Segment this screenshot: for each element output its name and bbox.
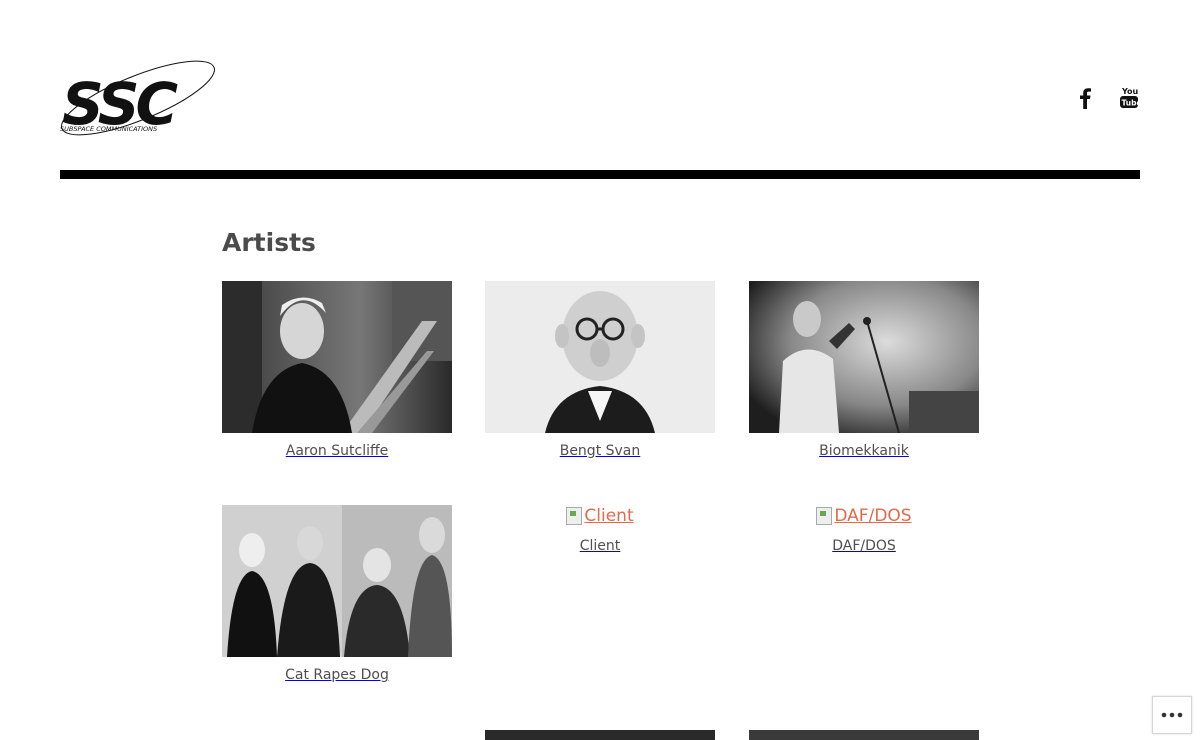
artist-card[interactable]: DAF/DOS DAF/DOS (749, 505, 979, 554)
more-options-button[interactable] (1152, 696, 1192, 734)
page-title: Artists (222, 228, 316, 257)
artist-name: Client (579, 538, 621, 554)
artist-card[interactable]: Bengt Svan (485, 281, 715, 459)
youtube-link[interactable]: You Tube (1118, 86, 1140, 110)
social-links: You Tube (1074, 86, 1140, 110)
artist-card[interactable]: Cat Rapes Dog (222, 505, 452, 683)
artist-photo-partial (749, 730, 979, 740)
artist-name: Aaron Sutcliffe (285, 443, 389, 459)
image-alt-text: DAF/DOS (834, 506, 912, 526)
broken-image: Client (566, 505, 634, 527)
facebook-link[interactable] (1074, 86, 1096, 110)
artist-photo (222, 281, 452, 433)
site-header: SSC SUBSPACE COMMUNICATIONS You Tube (60, 58, 1140, 142)
svg-text:Tube: Tube (1122, 99, 1140, 108)
artist-card[interactable]: Biomekkanik (749, 281, 979, 459)
artist-card[interactable]: Aaron Sutcliffe (222, 281, 452, 459)
broken-image-icon (566, 507, 583, 525)
svg-text:SUBSPACE COMMUNICATIONS: SUBSPACE COMMUNICATIONS (60, 125, 157, 133)
artist-name: DAF/DOS (832, 538, 896, 554)
artist-name: Biomekkanik (819, 443, 909, 459)
artist-name: Cat Rapes Dog (285, 667, 389, 683)
artist-photo (485, 281, 715, 433)
broken-image: DAF/DOS (816, 505, 912, 527)
facebook-icon (1080, 88, 1091, 109)
artist-photo (222, 505, 452, 657)
artist-photo-partial (485, 730, 715, 740)
ssc-logo-icon: SSC SUBSPACE COMMUNICATIONS (60, 60, 215, 138)
header-divider (60, 170, 1140, 179)
ellipsis-icon (1161, 712, 1183, 718)
artist-photo (749, 281, 979, 433)
broken-image-icon (816, 507, 833, 525)
artist-card[interactable]: Client Client (485, 505, 715, 554)
svg-text:You: You (1121, 87, 1139, 96)
youtube-icon: You Tube (1120, 87, 1140, 108)
artist-name: Bengt Svan (559, 443, 641, 459)
site-logo[interactable]: SSC SUBSPACE COMMUNICATIONS (60, 58, 222, 142)
image-alt-text: Client (584, 506, 634, 526)
